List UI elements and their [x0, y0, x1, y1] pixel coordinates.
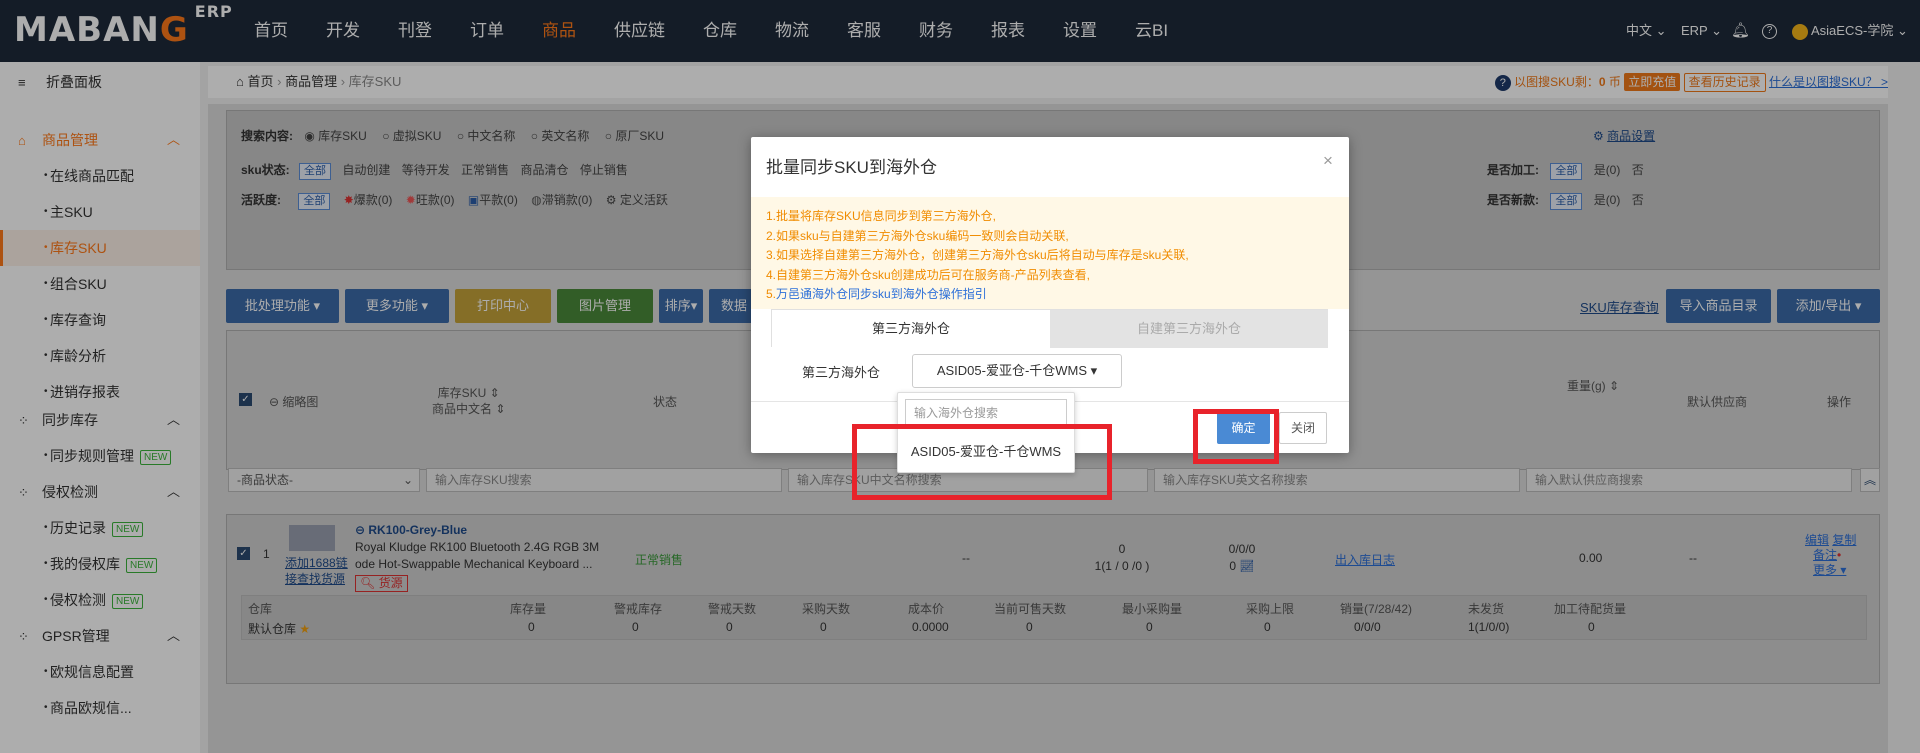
modal-title: 批量同步SKU到海外仓	[766, 158, 937, 177]
tab-third-party[interactable]: 第三方海外仓	[772, 310, 1050, 348]
notice-line: 5.万邑通海外仓同步sku到海外仓操作指引	[766, 287, 987, 301]
warehouse-tabs: 第三方海外仓 自建第三方海外仓	[771, 309, 1328, 348]
notice-line: 2.如果sku与自建第三方海外仓sku编码一致则会自动关联,	[766, 228, 1069, 243]
highlight-confirm	[1193, 409, 1279, 464]
warehouse-select[interactable]: ASID05-爱亚仓-千仓WMS ▾	[912, 354, 1122, 388]
notice-line: 3.如果选择自建第三方海外仓，创建第三方海外仓sku后将自动与库存是sku关联,	[766, 248, 1189, 262]
notice-line: 4.自建第三方海外仓sku创建成功后可在服务商-产品列表查看,	[766, 267, 1091, 282]
close-icon[interactable]: ×	[1323, 151, 1333, 171]
warehouse-label: 第三方海外仓	[802, 365, 881, 380]
notice-box: 1.批量将库存SKU信息同步到第三方海外仓, 2.如果sku与自建第三方海外仓s…	[751, 197, 1349, 309]
highlight-option	[852, 424, 1112, 500]
tab-self-built[interactable]: 自建第三方海外仓	[1050, 310, 1328, 348]
guide-link[interactable]: 万邑通海外仓同步sku到海外仓操作指引	[776, 287, 987, 301]
warehouse-search-input[interactable]: 输入海外仓搜索	[905, 399, 1067, 427]
close-button[interactable]: 关闭	[1279, 412, 1327, 444]
notice-line: 1.批量将库存SKU信息同步到第三方海外仓,	[766, 209, 997, 223]
